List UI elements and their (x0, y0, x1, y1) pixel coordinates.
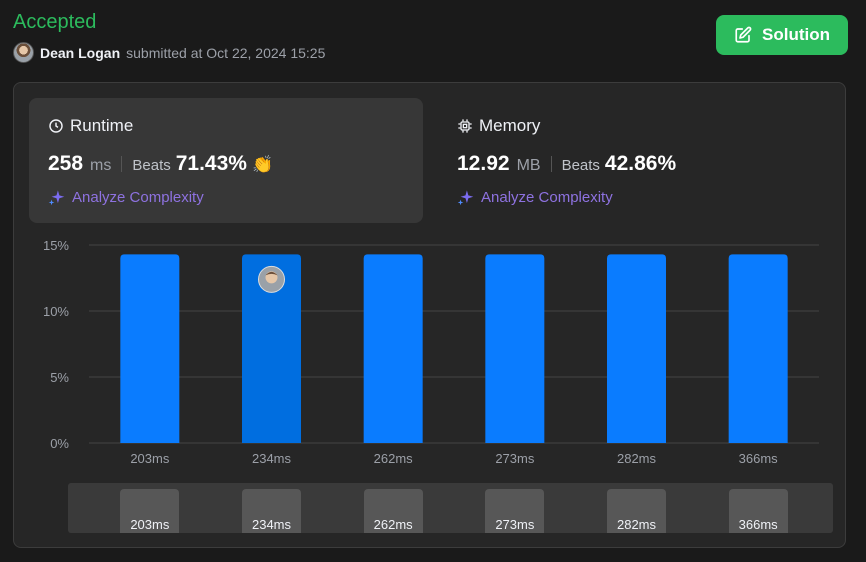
runtime-beats-value: 71.43% (175, 152, 247, 175)
runtime-divider (121, 156, 123, 172)
sparkle-icon (457, 190, 474, 206)
x-tick-label: 234ms (252, 451, 292, 466)
runtime-card[interactable]: Runtime 258 ms Beats 71.43% 👏 Analyze Co… (29, 98, 423, 223)
chart-bar[interactable] (607, 254, 666, 443)
memory-unit: MB (516, 157, 541, 174)
chart-svg: 0% 5% 10% 15% 203ms 234ms 262ms 273ms 282ms 366ms (43, 238, 819, 466)
runtime-analyze-label: Analyze Complexity (72, 189, 204, 206)
memory-beats-label: Beats (561, 157, 600, 174)
submission-detail-panel: Runtime 258 ms Beats 71.43% 👏 Analyze Co… (13, 82, 846, 548)
user-avatar[interactable] (13, 42, 34, 63)
user-name-link[interactable]: Dean Logan (40, 45, 120, 61)
x-tick-label: 273ms (495, 451, 535, 466)
x-tick-label: 262ms (374, 451, 414, 466)
sparkle-icon (48, 190, 65, 206)
runtime-value: 258 (48, 152, 84, 175)
runtime-values: 258 ms Beats 71.43% 👏 (48, 152, 404, 176)
submitted-at-text: submitted at Oct 22, 2024 15:25 (126, 44, 326, 61)
memory-value: 12.92 (457, 152, 510, 175)
y-tick-label: 5% (50, 370, 69, 385)
range-selector[interactable]: 203ms 234ms 262ms 273ms 282ms 366ms (68, 483, 833, 533)
runtime-title: Runtime (48, 116, 404, 136)
clapping-hands-icon: 👏 (251, 155, 274, 174)
x-tick-label: 282ms (617, 451, 657, 466)
memory-title: Memory (457, 116, 813, 136)
submission-info: Dean Logan submitted at Oct 22, 2024 15:… (13, 42, 325, 63)
chart-bar[interactable] (120, 254, 180, 443)
chart-bar[interactable] (728, 254, 788, 443)
clock-icon (49, 119, 63, 133)
y-tick-label: 0% (50, 436, 69, 451)
range-item[interactable]: 282ms (607, 489, 666, 533)
memory-analyze-label: Analyze Complexity (481, 189, 613, 206)
memory-title-label: Memory (479, 116, 541, 135)
solution-button[interactable]: Solution (716, 15, 848, 55)
range-item[interactable]: 262ms (363, 489, 423, 533)
memory-card[interactable]: Memory 12.92 MB Beats 42.86% Analyze Com… (438, 98, 832, 223)
x-tick-label: 366ms (739, 451, 779, 466)
range-item[interactable]: 203ms (120, 489, 180, 533)
y-tick-label: 15% (43, 238, 69, 253)
solution-button-label: Solution (762, 25, 830, 44)
memory-divider (550, 156, 552, 172)
memory-values: 12.92 MB Beats 42.86% (457, 152, 813, 176)
submission-status: Accepted (13, 11, 97, 33)
range-item[interactable]: 273ms (485, 489, 545, 533)
range-item[interactable]: 234ms (242, 489, 301, 533)
runtime-distribution-chart: 0% 5% 10% 15% 203ms 234ms 262ms 273ms 282ms 366ms (14, 233, 847, 473)
edit-icon (735, 26, 752, 43)
runtime-analyze-complexity[interactable]: Analyze Complexity (48, 189, 404, 206)
runtime-unit: ms (90, 157, 112, 174)
runtime-title-label: Runtime (70, 116, 134, 135)
range-item[interactable]: 366ms (728, 489, 788, 533)
x-tick-label: 203ms (130, 451, 170, 466)
y-tick-label: 10% (43, 304, 69, 319)
chart-bar[interactable] (363, 254, 423, 443)
chip-icon (458, 119, 472, 133)
chart-bar[interactable] (485, 254, 545, 443)
runtime-beats-label: Beats (132, 157, 171, 174)
user-avatar-marker (258, 265, 285, 293)
memory-analyze-complexity[interactable]: Analyze Complexity (457, 189, 813, 206)
memory-beats-value: 42.86% (604, 152, 677, 175)
